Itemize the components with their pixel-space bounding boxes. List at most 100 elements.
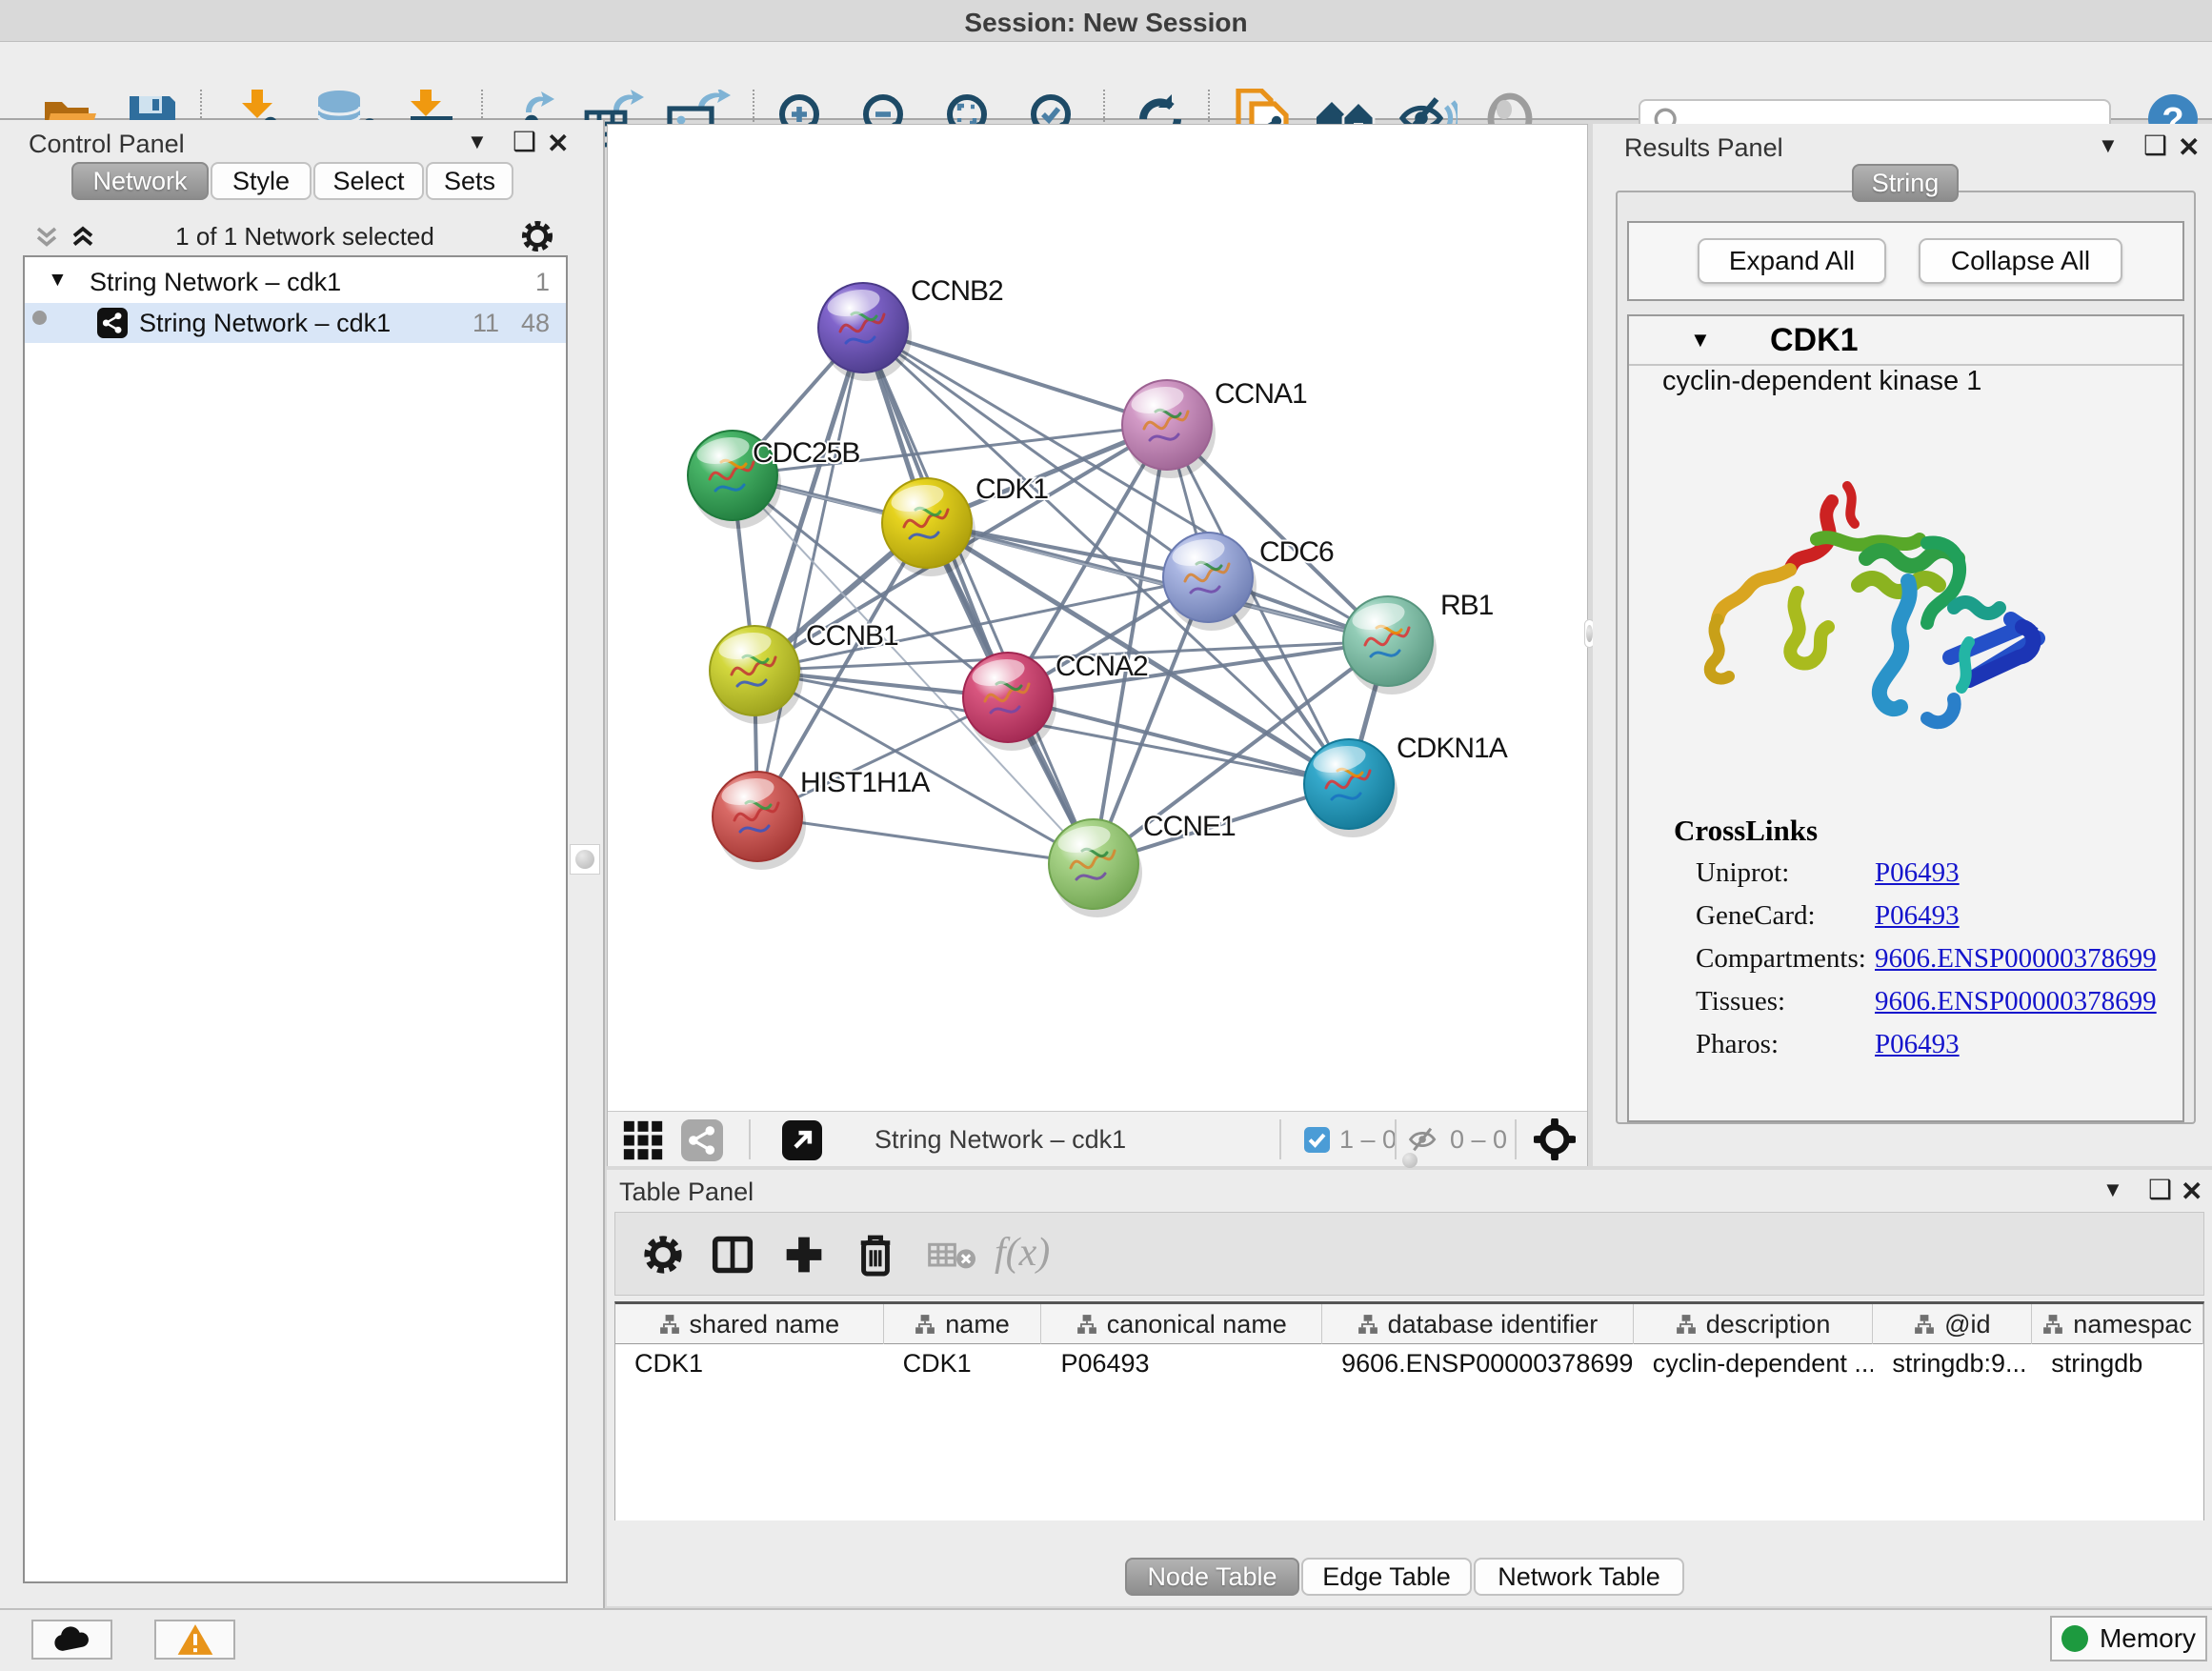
crosslink-link[interactable]: 9606.ENSP00000378699: [1875, 943, 2157, 975]
table-cell[interactable]: CDK1: [884, 1344, 1042, 1382]
table-cell[interactable]: 9606.ENSP00000378699: [1322, 1344, 1634, 1382]
network-node-cdc25b[interactable]: CDC25B: [688, 431, 859, 529]
column-header--id[interactable]: @id: [1873, 1304, 2032, 1344]
column-header-canonical-name[interactable]: canonical name: [1041, 1304, 1322, 1344]
network-node-cdk1[interactable]: CDK1: [882, 473, 1048, 576]
show-columns-icon[interactable]: [711, 1234, 754, 1276]
main-toolbar: ?: [0, 42, 2212, 120]
selected-checkbox-icon[interactable]: [1304, 1127, 1330, 1153]
column-header-database-identifier[interactable]: database identifier: [1322, 1304, 1634, 1344]
network-node-cdkn1a[interactable]: CDKN1A: [1304, 733, 1508, 837]
tab-string[interactable]: String: [1852, 164, 1959, 202]
table-settings-gear-icon[interactable]: [642, 1234, 684, 1276]
protein-description: cyclin-dependent kinase 1: [1662, 366, 1981, 397]
selected-node-edge-counts: 1 – 0: [1339, 1125, 1397, 1155]
crosslink-row: Compartments: 9606.ENSP00000378699: [1629, 943, 2182, 981]
column-header-label: database identifier: [1388, 1310, 1599, 1339]
network-node-ccna1[interactable]: CCNA1: [1122, 378, 1307, 478]
network-row-selected[interactable]: String Network – cdk1 11 48: [25, 303, 566, 343]
memory-label: Memory: [2100, 1623, 2196, 1654]
network-edge-HIST1H1A-CCNE1[interactable]: [757, 816, 1094, 864]
panel-close-icon[interactable]: ✕: [2178, 131, 2200, 163]
fit-selected-crosshair-icon[interactable]: [1534, 1118, 1576, 1160]
expand-all-icon[interactable]: [69, 223, 97, 252]
cloud-button[interactable]: [31, 1620, 112, 1660]
network-node-ccnb1[interactable]: CCNB1: [710, 620, 898, 724]
network-node-rb1[interactable]: RB1: [1343, 590, 1494, 695]
protein-structure-image: [1683, 459, 2064, 783]
column-hierarchy-icon: [915, 1314, 935, 1335]
tab-network-table[interactable]: Network Table: [1474, 1558, 1684, 1596]
network-edge-CCNB2-HIST1H1A[interactable]: [757, 328, 863, 816]
left-splitter-handle[interactable]: [570, 844, 600, 875]
network-node-hist1h1a[interactable]: HIST1H1A: [713, 767, 930, 870]
tab-node-table[interactable]: Node Table: [1125, 1558, 1299, 1596]
crosslink-link[interactable]: 9606.ENSP00000378699: [1875, 986, 2157, 1017]
table-cell[interactable]: stringdb: [2032, 1344, 2203, 1382]
memory-button[interactable]: Memory: [2050, 1616, 2207, 1661]
panel-float-icon[interactable]: ❑: [513, 126, 536, 157]
column-header-name[interactable]: name: [884, 1304, 1042, 1344]
table-data-row[interactable]: CDK1CDK1P064939606.ENSP00000378699cyclin…: [615, 1344, 2203, 1382]
tab-edge-table[interactable]: Edge Table: [1301, 1558, 1472, 1596]
section-expander-icon[interactable]: ▼: [1690, 328, 1711, 352]
column-hierarchy-icon: [2042, 1314, 2063, 1335]
panel-menu-icon[interactable]: ▼: [467, 130, 488, 154]
birdseye-grid-icon[interactable]: [622, 1119, 664, 1161]
panel-menu-icon[interactable]: ▼: [2098, 133, 2119, 158]
expand-all-button[interactable]: Expand All: [1698, 238, 1886, 284]
status-separator: [749, 1119, 751, 1159]
tab-select[interactable]: Select: [313, 162, 424, 200]
crosslink-link[interactable]: P06493: [1875, 1029, 1960, 1060]
panel-menu-icon[interactable]: ▼: [2102, 1178, 2123, 1202]
crosslink-row: Tissues: 9606.ENSP00000378699: [1629, 986, 2182, 1024]
string-share-icon[interactable]: [681, 1119, 723, 1161]
panel-close-icon[interactable]: ✕: [2181, 1176, 2202, 1207]
column-header-shared-name[interactable]: shared name: [615, 1304, 884, 1344]
warning-icon: [176, 1622, 214, 1657]
network-canvas[interactable]: CCNB2CCNA1CDC25BCDK1CDC6RB1CCNB1CCNA2CDK…: [608, 125, 1587, 1111]
network-view: CCNB2CCNA1CDC25BCDK1CDC6RB1CCNB1CCNA2CDK…: [607, 124, 1588, 1166]
network-node-count: 11: [473, 309, 499, 338]
network-list: ▼ String Network – cdk1 1 String Network…: [23, 255, 568, 1583]
protein-card-header[interactable]: ▼ CDK1: [1629, 316, 2182, 366]
table-cell[interactable]: CDK1: [615, 1344, 884, 1382]
status-separator: [1515, 1119, 1517, 1159]
gear-icon[interactable]: [520, 219, 554, 253]
crosslink-row: Uniprot: P06493: [1629, 857, 2182, 896]
function-builder-icon: f(x): [995, 1230, 1050, 1276]
open-in-window-icon[interactable]: [782, 1120, 822, 1160]
network-node-cdc6[interactable]: CDC6: [1163, 533, 1334, 631]
tab-style[interactable]: Style: [211, 162, 312, 200]
tree-expander-icon[interactable]: ▼: [48, 269, 68, 292]
network-collection-row[interactable]: ▼ String Network – cdk1 1: [25, 265, 566, 303]
horizontal-splitter-handle[interactable]: [1400, 1151, 1419, 1170]
warnings-button[interactable]: [154, 1620, 235, 1660]
network-share-icon: [97, 308, 128, 338]
tab-sets[interactable]: Sets: [426, 162, 513, 200]
table-cell[interactable]: P06493: [1041, 1344, 1322, 1382]
delete-column-trash-icon[interactable]: [855, 1232, 895, 1278]
network-title: String Network – cdk1: [875, 1125, 1126, 1155]
table-cell[interactable]: cyclin-dependent ...: [1634, 1344, 1874, 1382]
add-column-icon[interactable]: [783, 1234, 825, 1276]
node-label-ccnb1: CCNB1: [806, 620, 898, 652]
network-edge-count: 48: [521, 309, 550, 338]
crosslink-label: Compartments:: [1696, 943, 1866, 975]
panel-close-icon[interactable]: ✕: [547, 128, 569, 159]
crosslink-link[interactable]: P06493: [1875, 900, 1960, 932]
panel-float-icon[interactable]: ❑: [2143, 130, 2167, 161]
column-header-namespac[interactable]: namespac: [2032, 1304, 2203, 1344]
title-bar: Session: New Session: [0, 0, 2212, 42]
panel-float-icon[interactable]: ❑: [2148, 1174, 2172, 1205]
table-cell[interactable]: stringdb:9...: [1873, 1344, 2032, 1382]
node-label-cdkn1a: CDKN1A: [1397, 733, 1508, 764]
crosslinks-heading: CrossLinks: [1674, 814, 1818, 848]
collapse-all-button[interactable]: Collapse All: [1919, 238, 2122, 284]
tab-network[interactable]: Network: [71, 162, 209, 200]
crosslink-link[interactable]: P06493: [1875, 857, 1960, 889]
collapse-all-icon[interactable]: [32, 223, 61, 252]
column-header-description[interactable]: description: [1634, 1304, 1874, 1344]
crosslink-label: Pharos:: [1696, 1029, 1779, 1060]
status-separator: [1395, 1119, 1397, 1159]
